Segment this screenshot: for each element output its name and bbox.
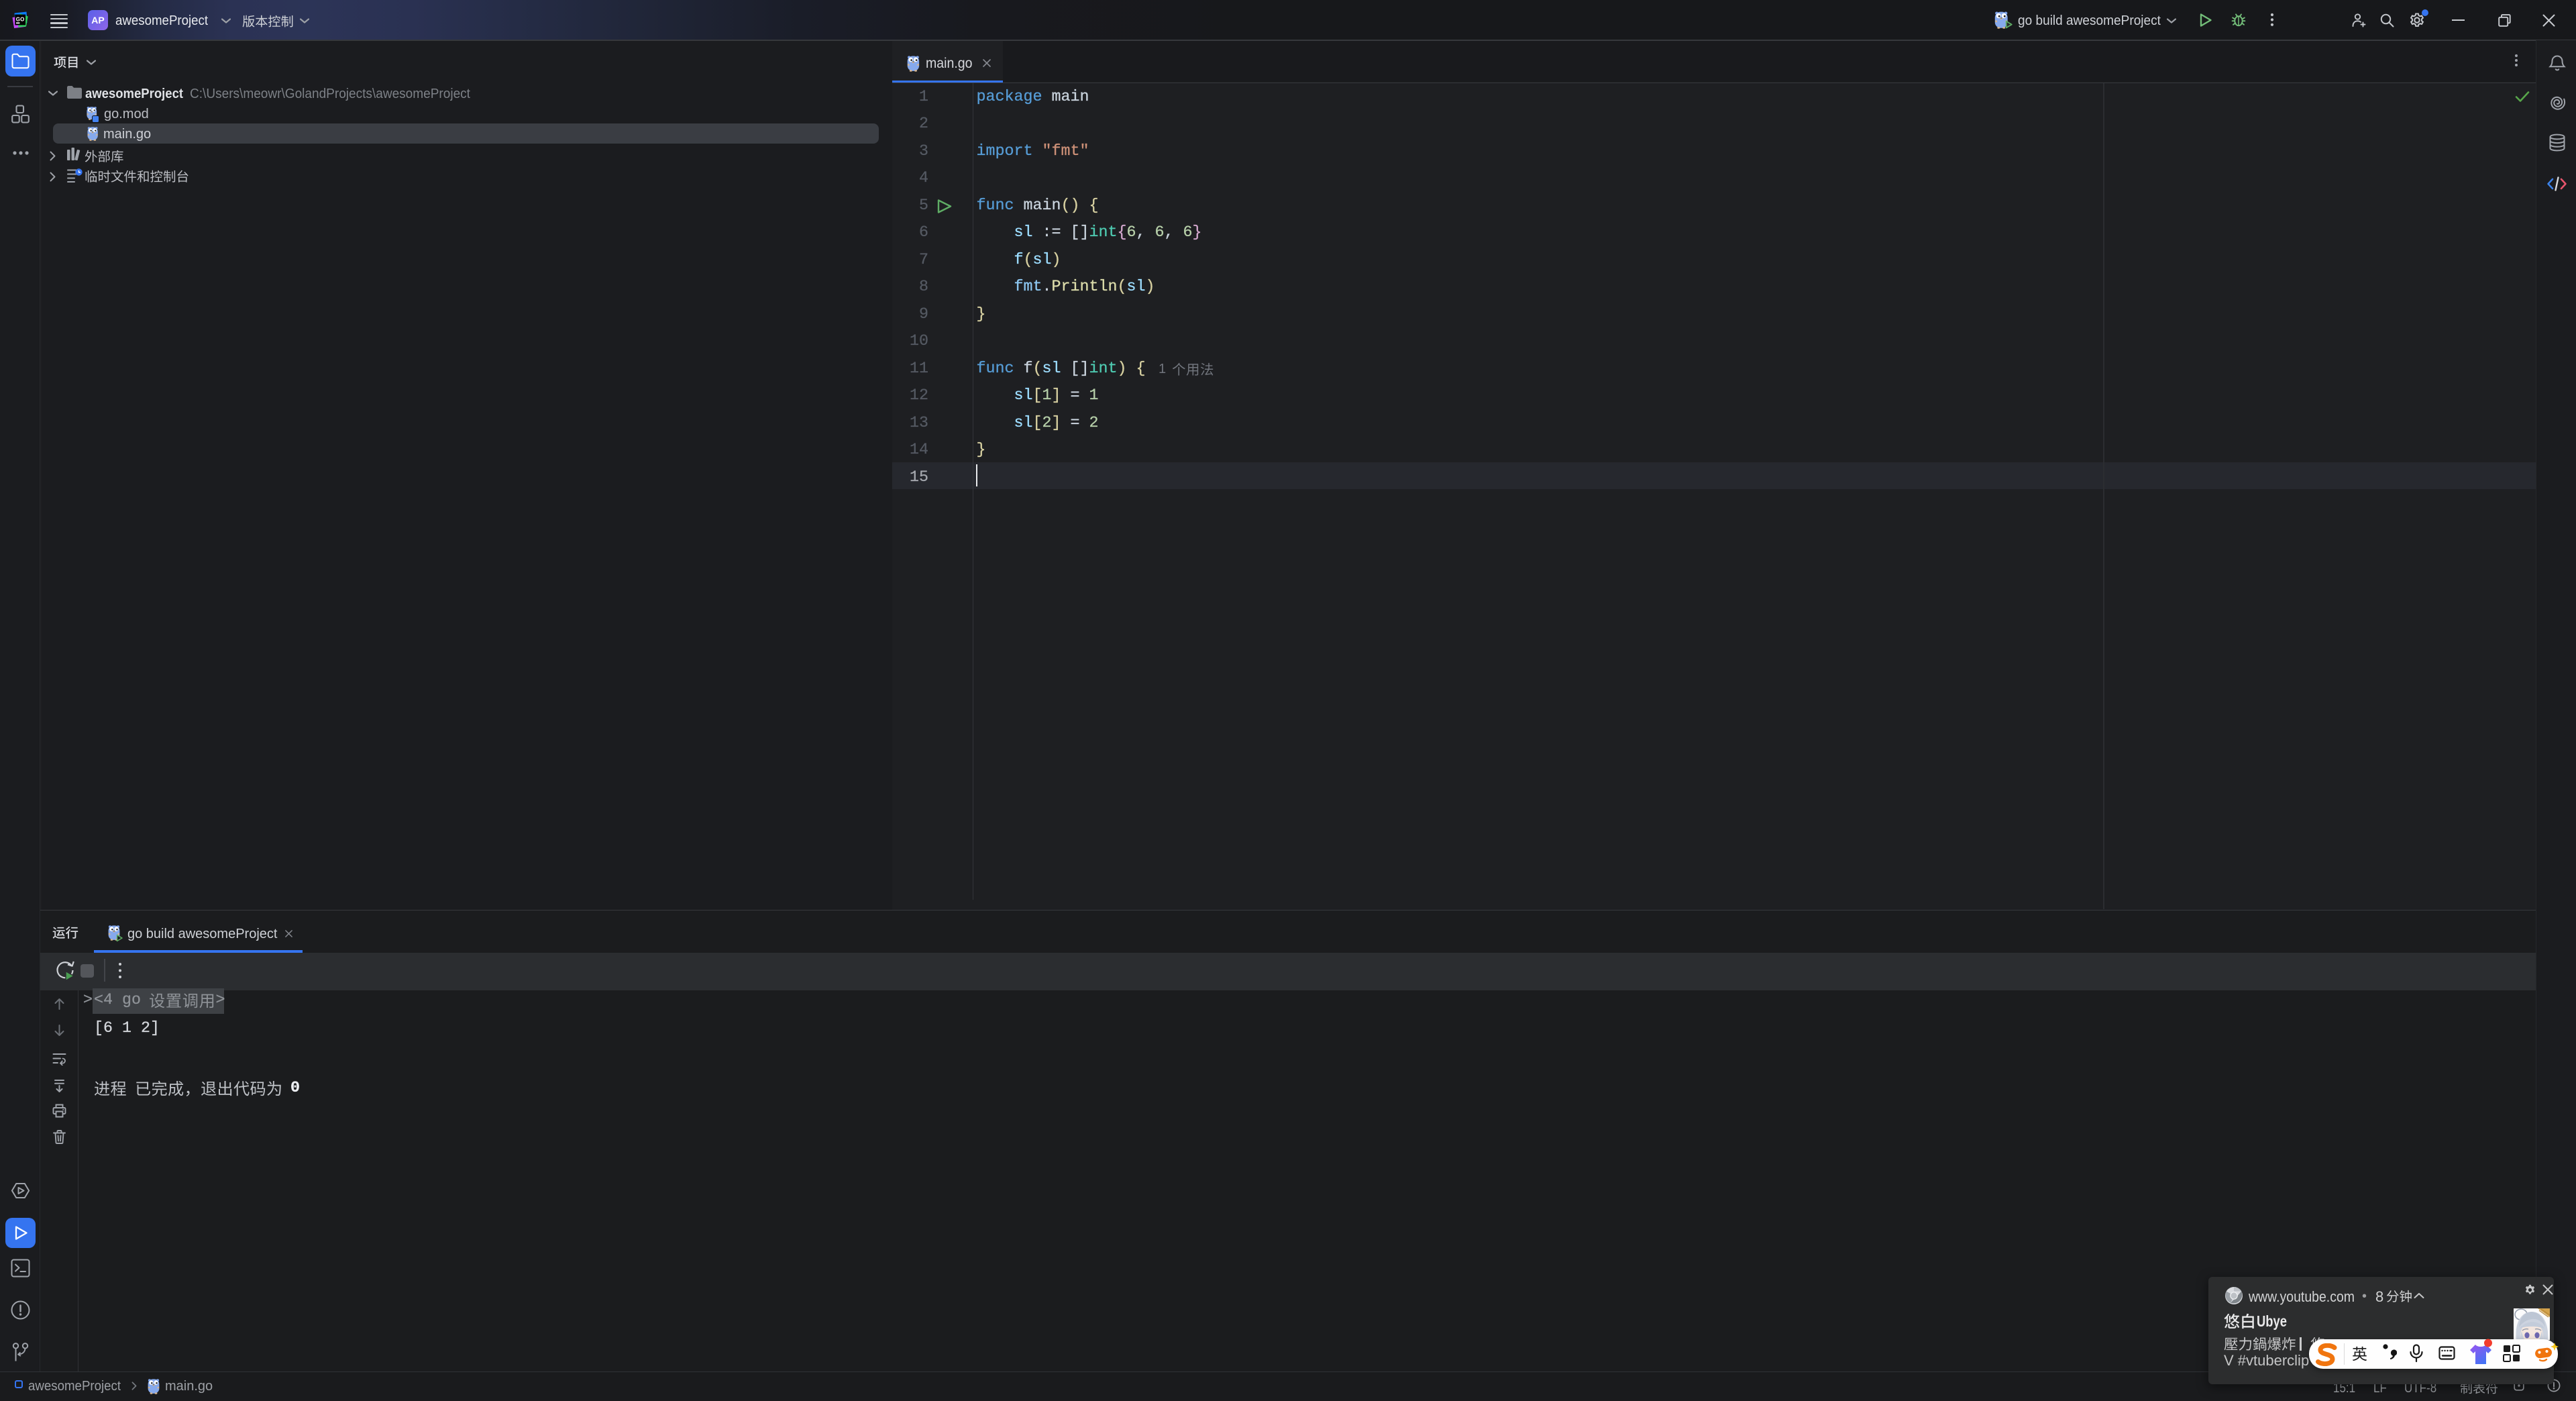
svg-text:GO: GO: [16, 17, 25, 23]
